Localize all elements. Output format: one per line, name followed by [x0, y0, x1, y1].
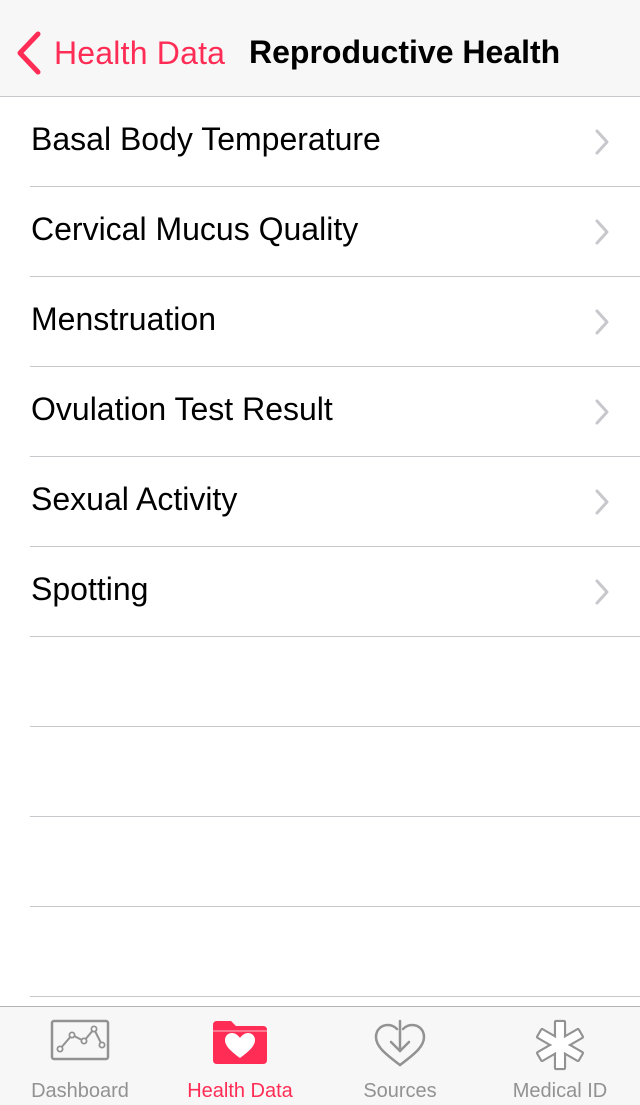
tab-medical-id[interactable]: Medical ID — [480, 1007, 640, 1105]
tab-label: Health Data — [187, 1080, 293, 1102]
tab-bar: Dashboard Health Data Sources Medical ID — [0, 1006, 640, 1105]
navigation-bar: Health Data Reproductive Health — [0, 0, 640, 97]
list-item-basal-body-temperature[interactable]: Basal Body Temperature — [0, 97, 640, 187]
dashboard-chart-icon — [50, 1019, 110, 1061]
category-list: Basal Body Temperature Cervical Mucus Qu… — [0, 97, 640, 997]
list-item-menstruation[interactable]: Menstruation — [0, 277, 640, 367]
list-item-label: Menstruation — [31, 301, 216, 337]
back-button-label: Health Data — [54, 34, 226, 71]
list-item-spotting[interactable]: Spotting — [0, 547, 640, 637]
tab-label: Dashboard — [31, 1080, 129, 1102]
list-item-sexual-activity[interactable]: Sexual Activity — [0, 457, 640, 547]
list-item-ovulation-test-result[interactable]: Ovulation Test Result — [0, 367, 640, 457]
chevron-right-icon — [595, 579, 609, 605]
medical-id-asterisk-icon — [535, 1019, 585, 1071]
back-button[interactable]: Health Data — [14, 30, 225, 76]
chevron-right-icon — [595, 309, 609, 335]
tab-dashboard[interactable]: Dashboard — [0, 1007, 160, 1105]
tab-label: Sources — [363, 1080, 437, 1102]
tab-health-data[interactable]: Health Data — [160, 1007, 320, 1105]
list-item-cervical-mucus-quality[interactable]: Cervical Mucus Quality — [0, 187, 640, 277]
list-item-label: Sexual Activity — [31, 481, 238, 517]
list-item-label: Cervical Mucus Quality — [31, 211, 359, 247]
list-item-label: Ovulation Test Result — [31, 391, 333, 427]
reproductive-health-screen: Health Data Reproductive Health Basal Bo… — [0, 0, 640, 1105]
empty-row — [0, 727, 640, 817]
health-data-folder-heart-icon — [213, 1021, 267, 1064]
chevron-left-icon — [17, 31, 41, 75]
list-item-label: Spotting — [31, 571, 149, 607]
row-separator — [30, 996, 640, 997]
chevron-right-icon — [595, 219, 609, 245]
empty-row — [0, 817, 640, 907]
empty-row — [0, 907, 640, 997]
chevron-right-icon — [595, 489, 609, 515]
chevron-right-icon — [595, 399, 609, 425]
tab-label: Medical ID — [512, 1080, 608, 1102]
tab-sources[interactable]: Sources — [320, 1007, 480, 1105]
empty-row — [0, 637, 640, 727]
page-title: Reproductive Health — [249, 34, 561, 70]
list-item-label: Basal Body Temperature — [31, 121, 381, 157]
chevron-right-icon — [595, 129, 609, 155]
sources-heart-download-icon — [374, 1019, 426, 1067]
